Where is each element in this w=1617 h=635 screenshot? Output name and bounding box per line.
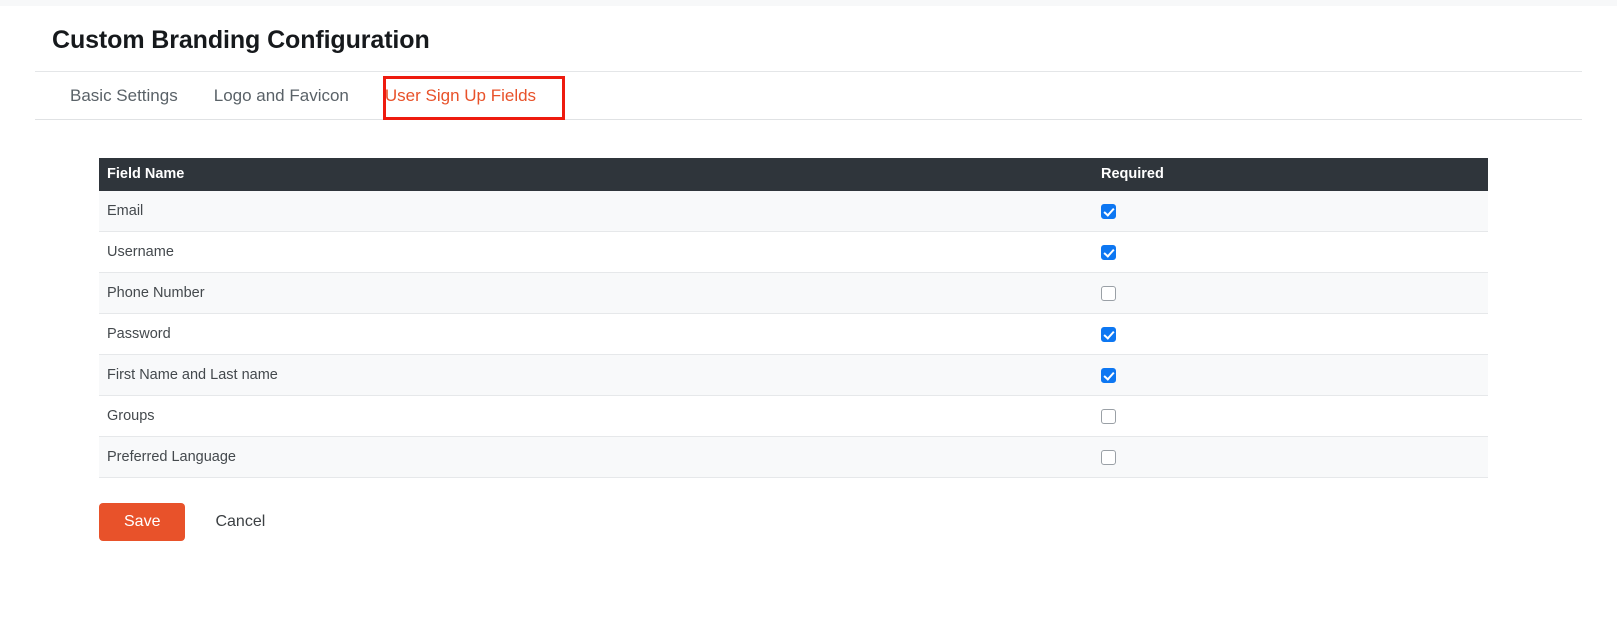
required-checkbox-phone-number[interactable] bbox=[1101, 286, 1116, 301]
table-body: Email Username Phone Number bbox=[99, 191, 1488, 478]
save-button[interactable]: Save bbox=[99, 503, 185, 541]
page-wrapper: Custom Branding Configuration Basic Sett… bbox=[0, 6, 1617, 541]
table-row: Phone Number bbox=[99, 273, 1488, 314]
tab-basic-settings[interactable]: Basic Settings bbox=[52, 72, 196, 119]
table-row: Email bbox=[99, 191, 1488, 232]
cell-required bbox=[1093, 355, 1488, 396]
table-header: Field Name Required bbox=[99, 158, 1488, 191]
tab-logo-and-favicon[interactable]: Logo and Favicon bbox=[196, 72, 367, 119]
form-actions: Save Cancel bbox=[99, 503, 1617, 541]
required-checkbox-groups[interactable] bbox=[1101, 409, 1116, 424]
sign-up-fields-table-container: Field Name Required Email Username bbox=[99, 158, 1472, 478]
table-row: Preferred Language bbox=[99, 437, 1488, 478]
tab-bar: Basic Settings Logo and Favicon User Sig… bbox=[35, 72, 1582, 120]
cell-field-name: Email bbox=[99, 191, 1093, 232]
required-checkbox-username[interactable] bbox=[1101, 245, 1116, 260]
cell-required bbox=[1093, 232, 1488, 273]
page-title: Custom Branding Configuration bbox=[0, 6, 1617, 55]
cell-required bbox=[1093, 273, 1488, 314]
cell-required bbox=[1093, 314, 1488, 355]
required-checkbox-password[interactable] bbox=[1101, 327, 1116, 342]
cancel-button[interactable]: Cancel bbox=[215, 513, 265, 531]
table-row: Groups bbox=[99, 396, 1488, 437]
table-row: Password bbox=[99, 314, 1488, 355]
required-checkbox-preferred-language[interactable] bbox=[1101, 450, 1116, 465]
table-row: First Name and Last name bbox=[99, 355, 1488, 396]
cell-required bbox=[1093, 191, 1488, 232]
cell-required bbox=[1093, 396, 1488, 437]
table-header-row: Field Name Required bbox=[99, 158, 1488, 191]
table-row: Username bbox=[99, 232, 1488, 273]
tab-user-sign-up-fields[interactable]: User Sign Up Fields bbox=[367, 72, 554, 119]
cell-required bbox=[1093, 437, 1488, 478]
column-header-required: Required bbox=[1093, 158, 1488, 191]
sign-up-fields-table: Field Name Required Email Username bbox=[99, 158, 1488, 478]
cell-field-name: Username bbox=[99, 232, 1093, 273]
cell-field-name: Groups bbox=[99, 396, 1093, 437]
main-content: Field Name Required Email Username bbox=[0, 120, 1617, 541]
column-header-field-name: Field Name bbox=[99, 158, 1093, 191]
required-checkbox-first-name-and-last-name[interactable] bbox=[1101, 368, 1116, 383]
cell-field-name: Preferred Language bbox=[99, 437, 1093, 478]
cell-field-name: First Name and Last name bbox=[99, 355, 1093, 396]
required-checkbox-email[interactable] bbox=[1101, 204, 1116, 219]
cell-field-name: Phone Number bbox=[99, 273, 1093, 314]
cell-field-name: Password bbox=[99, 314, 1093, 355]
